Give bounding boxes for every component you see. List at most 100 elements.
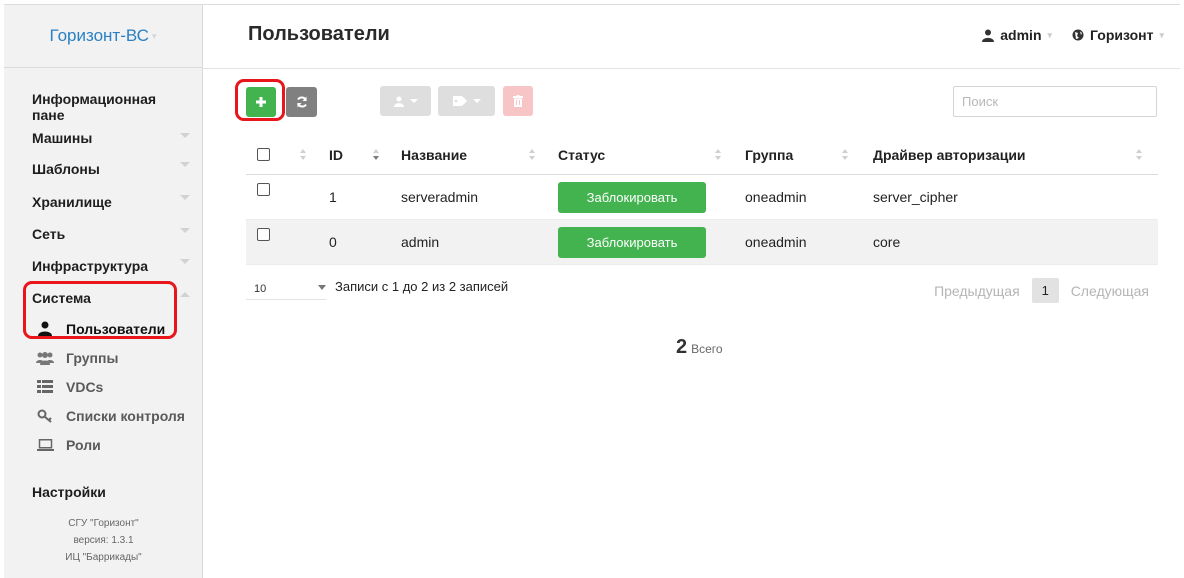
sidebar-item-label: Хранилище	[32, 193, 112, 210]
trash-icon	[513, 95, 523, 107]
sidebar-item-settings[interactable]: Настройки	[32, 475, 192, 508]
zone-menu[interactable]: Горизонт ▾	[1072, 27, 1164, 43]
column-label: Драйвер авторизации	[873, 146, 1026, 163]
chevron-down-icon	[318, 285, 326, 290]
column-header-id[interactable]: ID	[329, 135, 343, 174]
add-button[interactable]	[246, 87, 276, 117]
next-page-button[interactable]: Следующая	[1071, 283, 1149, 299]
sort-icon[interactable]	[373, 149, 379, 163]
chevron-down-icon	[180, 162, 190, 167]
sidebar-item-label: Машины	[32, 129, 93, 146]
chevron-up-icon	[180, 292, 190, 297]
records-info: Записи с 1 до 2 из 2 записей	[335, 279, 509, 294]
column-header-status[interactable]: Статус	[558, 135, 605, 174]
row-checkbox[interactable]	[257, 183, 270, 196]
sidebar-item-templates[interactable]: Шаблоны	[32, 152, 192, 185]
column-label: Название	[401, 146, 468, 163]
footer-line: СГУ "Горизонт"	[68, 518, 139, 529]
block-button[interactable]: Заблокировать	[558, 226, 706, 258]
prev-page-button[interactable]: Предыдущая	[934, 283, 1020, 299]
row-checkbox[interactable]	[257, 228, 270, 241]
user-name: admin	[1000, 27, 1042, 43]
sort-icon[interactable]	[842, 149, 848, 163]
brand-name: Горизонт-ВС	[49, 26, 149, 45]
chevron-down-icon	[409, 99, 418, 103]
total-label: Всего	[691, 342, 723, 356]
header-menu: admin ▾ Горизонт ▾	[962, 27, 1164, 43]
users-icon	[36, 350, 54, 366]
sidebar-item-dashboard[interactable]: Информационная пане	[32, 90, 192, 123]
column-label: Группа	[745, 146, 794, 163]
refresh-button[interactable]	[286, 87, 317, 117]
sidebar-item-machines[interactable]: Машины	[32, 123, 192, 152]
sidebar-item-label: Настройки	[32, 483, 106, 500]
cell-id: 1	[329, 189, 337, 205]
user-icon	[393, 96, 404, 107]
sidebar-item-vdcs[interactable]: VDCs	[32, 372, 202, 401]
highlight-system-users	[23, 281, 177, 339]
chevron-down-icon	[180, 133, 190, 138]
chevron-down-icon: ▾	[1047, 29, 1053, 40]
column-header-auth-driver[interactable]: Драйвер авторизации	[873, 135, 1026, 174]
table-row[interactable]: 1 serveradmin Заблокировать oneadmin ser…	[246, 175, 1158, 220]
page-size-select[interactable]: 10	[246, 278, 326, 300]
chevron-down-icon	[472, 99, 481, 103]
chevron-down-icon	[180, 259, 190, 264]
sidebar-item-label: Сеть	[32, 225, 66, 242]
cell-auth-driver: server_cipher	[873, 189, 958, 205]
select-all-checkbox[interactable]	[257, 148, 270, 161]
table-header: ID Название Статус Группа Драйвер автори…	[246, 135, 1158, 175]
chevron-down-icon	[180, 228, 190, 233]
row-select-cell	[257, 220, 270, 264]
cell-name: serveradmin	[401, 189, 479, 205]
sort-icon[interactable]	[715, 149, 721, 163]
sidebar-item-network[interactable]: Сеть	[32, 218, 192, 249]
user-menu[interactable]: admin ▾	[982, 27, 1052, 43]
total-count: 2	[676, 336, 688, 358]
search-input[interactable]	[953, 86, 1157, 117]
sidebar-item-label: Шаблоны	[32, 160, 100, 177]
cell-status: Заблокировать	[558, 220, 706, 264]
tag-icon	[452, 96, 467, 106]
change-owner-button[interactable]	[380, 86, 431, 116]
table-row[interactable]: 0 admin Заблокировать oneadmin core	[246, 220, 1158, 265]
block-button[interactable]: Заблокировать	[558, 181, 706, 213]
sidebar-item-label: Группы	[66, 349, 119, 366]
select-all-cell	[257, 135, 270, 174]
footer-version: версия: 1.3.1	[73, 535, 134, 546]
sidebar-footer: СГУ "Горизонт" версия: 1.3.1 ИЦ "Баррика…	[4, 515, 203, 566]
laptop-icon	[36, 437, 54, 453]
sidebar-item-infrastructure[interactable]: Инфраструктура	[32, 249, 192, 282]
zone-name: Горизонт	[1090, 27, 1154, 43]
sort-icon[interactable]	[300, 149, 306, 163]
chevron-down-icon: ▾	[1159, 29, 1164, 40]
column-header-group[interactable]: Группа	[745, 135, 793, 174]
pagination: Предыдущая 1 Следующая	[934, 278, 1149, 303]
sidebar-item-groups[interactable]: Группы	[32, 343, 202, 372]
sidebar-item-storage[interactable]: Хранилище	[32, 185, 192, 218]
sidebar-item-acl[interactable]: Списки контроля	[32, 401, 202, 430]
brand[interactable]: Горизонт-ВС ▾	[4, 5, 202, 68]
labels-button[interactable]	[438, 86, 495, 116]
sidebar-item-label: Инфраструктура	[32, 257, 149, 274]
cell-status: Заблокировать	[558, 175, 706, 219]
sort-icon[interactable]	[529, 149, 535, 163]
chevron-down-icon	[180, 195, 190, 200]
cell-auth-driver: core	[873, 234, 901, 250]
user-icon	[982, 29, 995, 42]
page-number-button[interactable]: 1	[1031, 278, 1059, 303]
column-label: Статус	[558, 146, 606, 163]
column-header-name[interactable]: Название	[401, 135, 467, 174]
users-table: ID Название Статус Группа Драйвер автори…	[246, 135, 1158, 265]
sidebar-item-label: VDCs	[66, 378, 104, 395]
delete-button[interactable]	[503, 86, 533, 116]
row-select-cell	[257, 175, 270, 219]
sort-icon[interactable]	[1136, 149, 1142, 163]
total-summary: 2 Всего	[676, 336, 723, 359]
plus-icon	[256, 97, 266, 107]
cell-group: oneadmin	[745, 189, 807, 205]
sidebar-item-roles[interactable]: Роли	[32, 430, 202, 459]
header-divider	[203, 68, 1180, 69]
footer-line: ИЦ "Баррикады"	[65, 552, 142, 563]
page-size-value: 10	[254, 282, 267, 295]
